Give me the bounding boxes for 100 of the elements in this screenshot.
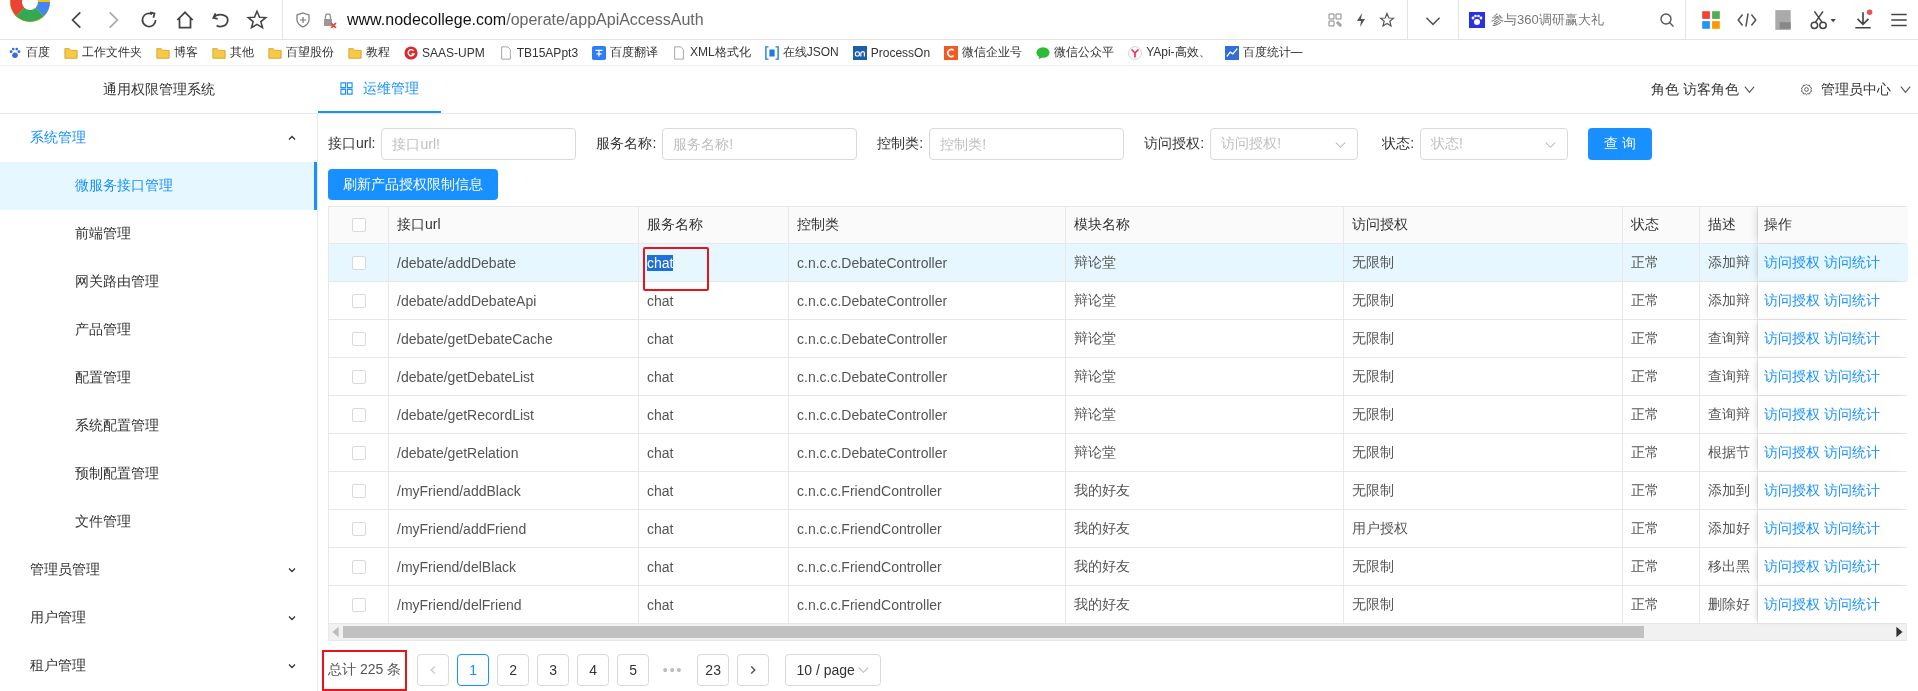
menu-item[interactable]: 系统配置管理 [0, 402, 317, 450]
bookmark-link[interactable]: 博客 [156, 44, 198, 61]
apps-grid-icon[interactable] [1700, 8, 1722, 31]
bookmark-link[interactable]: XML格式化 [672, 44, 751, 61]
download-icon[interactable] [1852, 8, 1874, 31]
menu-item[interactable]: 文件管理 [0, 498, 317, 546]
table-cell: c.n.c.c.FriendController [797, 558, 942, 575]
page-icon [498, 45, 513, 60]
line-chart-icon [1224, 45, 1239, 60]
table-row[interactable]: /debate/getRecordList chat c.n.c.c.DebateController 辩论堂 无限制 正常 查询辩 访问授权 访问统计 [329, 396, 1906, 434]
bookmark-link[interactable]: 百度 [8, 44, 50, 61]
bookmark-link[interactable]: ProcessOn [852, 45, 931, 60]
row-checkbox[interactable] [351, 521, 366, 536]
star-icon[interactable] [1379, 11, 1395, 28]
table-cell: /debate/addDebate [397, 254, 517, 271]
y-logo-icon [1128, 45, 1143, 60]
select-all-checkbox[interactable] [351, 218, 366, 232]
search-icon[interactable] [1659, 11, 1675, 28]
bookmark-link[interactable]: 教程 [348, 44, 390, 61]
bookmark-link[interactable]: 工作文件夹 [64, 44, 142, 61]
table-cell: /debate/getRelation [397, 444, 519, 461]
menu-item[interactable]: 网关路由管理 [0, 258, 317, 306]
table-cell: 查询辩 [1708, 367, 1750, 386]
menu-item[interactable]: 前端管理 [0, 210, 317, 258]
menu-item[interactable]: 配置管理 [0, 354, 317, 402]
menu-item[interactable]: 预制配置管理 [0, 450, 317, 498]
menu-item[interactable]: 产品管理 [0, 306, 317, 354]
row-checkbox[interactable] [351, 407, 366, 422]
table-cell: chat [647, 596, 674, 613]
row-checkbox[interactable] [351, 597, 366, 612]
paw-icon [8, 45, 22, 60]
menu-group[interactable]: 管理员管理 [0, 546, 317, 594]
page-button[interactable]: 5 [617, 653, 650, 686]
page-button[interactable]: 4 [577, 653, 610, 686]
bookmark-link[interactable]: 其他 [212, 44, 254, 61]
table-cell: c.n.c.c.FriendController [797, 596, 942, 613]
table-cell: 无限制 [1352, 405, 1394, 424]
bookmark-link[interactable]: SAAS-UPM [404, 45, 485, 60]
admin-center-menu[interactable]: 管理员中心 [1800, 80, 1912, 99]
table-row[interactable]: /debate/getDebateList chat c.n.c.c.DebateController 辩论堂 无限制 正常 查询辩 访问授权 访问统计 [329, 358, 1906, 396]
row-checkbox[interactable] [351, 483, 366, 498]
bookmark-link[interactable]: 百度统计— [1224, 44, 1303, 61]
bookmark-link[interactable]: 微信企业号 [944, 44, 1023, 61]
table-row[interactable]: /debate/getDebateCache chat c.n.c.c.DebateController 辩论堂 无限制 正常 查询辩 访问授权 访问统计 [329, 320, 1906, 358]
table-row[interactable]: /debate/getRelation chat c.n.c.c.DebateController 辩论堂 无限制 正常 根据节 访问授权 访问统计 [329, 434, 1906, 472]
bookmark-link[interactable]: 百望股份 [268, 44, 334, 61]
row-checkbox[interactable] [351, 445, 366, 460]
url-text[interactable]: www.nodecollege.com/operate/appApiAccessAuth [347, 10, 704, 29]
menu-group[interactable]: 租户管理 [0, 642, 317, 690]
search-field[interactable]: 参与360调研赢大礼 [1458, 0, 1686, 40]
filter-field[interactable]: 控制类! [929, 128, 1125, 160]
qr-code-icon[interactable] [1327, 11, 1343, 28]
row-checkbox[interactable] [351, 331, 366, 346]
table-cell: 无限制 [1352, 253, 1394, 272]
address-bar[interactable]: www.nodecollege.com/operate/appApiAccessAuth [282, 0, 1408, 40]
star-icon[interactable] [246, 8, 268, 31]
paw-icon [1469, 11, 1485, 28]
filter-label: 状态: [1382, 135, 1414, 153]
page-button[interactable]: 23 [697, 653, 730, 686]
table-row[interactable]: /myFriend/addBlack chat c.n.c.c.FriendController 我的好友 无限制 正常 添加到 访问授权 访问统计 [329, 472, 1906, 510]
table-cell: 无限制 [1352, 481, 1394, 500]
shield-icon [295, 11, 311, 28]
page-button[interactable]: 3 [537, 653, 570, 686]
grid-icon [340, 82, 353, 95]
horizontal-scrollbar[interactable] [329, 624, 1906, 640]
menu-group[interactable]: 用户管理 [0, 594, 317, 642]
table-row[interactable]: /debate/addDebateApi chat c.n.c.c.DebateController 辩论堂 无限制 正常 添加辩 访问授权 访问统计 [329, 282, 1906, 320]
page-button[interactable]: 2 [497, 653, 530, 686]
table-cell: 移出黑 [1708, 557, 1750, 576]
row-checkbox[interactable] [351, 369, 366, 384]
table-cell: 无限制 [1352, 443, 1394, 462]
table-cell: 正常 [1631, 557, 1659, 576]
folder-icon [156, 45, 170, 60]
table-cell: chat [647, 482, 674, 499]
table-cell: 查询辩 [1708, 329, 1750, 348]
browser-logo-icon[interactable] [8, 0, 52, 24]
table-cell: 无限制 [1352, 557, 1394, 576]
table-row[interactable]: /myFriend/addFriend chat c.n.c.c.FriendController 我的好友 用户授权 正常 添加好 访问授权 访问统计 [329, 510, 1906, 548]
bookmark-link[interactable]: YApi-高效、 [1128, 44, 1211, 61]
row-checkbox[interactable] [351, 255, 366, 270]
bookmark-link[interactable]: TB15APpt3 [498, 45, 579, 60]
row-checkbox[interactable] [351, 559, 366, 574]
row-checkbox[interactable] [351, 293, 366, 308]
table-cell: 我的好友 [1074, 519, 1130, 538]
table-cell: 我的好友 [1074, 595, 1130, 614]
bracket-logo-icon [764, 45, 779, 60]
chevron-down-icon [1899, 83, 1912, 96]
scissors-icon[interactable] [1808, 8, 1838, 31]
table-cell: 正常 [1631, 253, 1659, 272]
page-size-select[interactable]: 10 / page [785, 653, 882, 686]
settings-icon [1800, 83, 1813, 96]
bookmark-link[interactable]: 在线JSON [764, 44, 839, 61]
bookmark-link[interactable]: 百度翻译 [592, 44, 659, 61]
table-cell: c.n.c.c.DebateController [797, 254, 948, 271]
filter-field[interactable]: 服务名称! [662, 128, 858, 160]
table-cell: 添加辩 [1708, 291, 1750, 310]
role-dropdown[interactable]: 角色 访客角色 [1651, 80, 1756, 99]
folder-icon [212, 45, 226, 60]
bookmark-link[interactable]: 微信公众平 [1036, 44, 1115, 61]
table-row[interactable]: /myFriend/delBlack chat c.n.c.c.FriendController 我的好友 无限制 正常 移出黑 访问授权 访问统计 [329, 548, 1906, 586]
